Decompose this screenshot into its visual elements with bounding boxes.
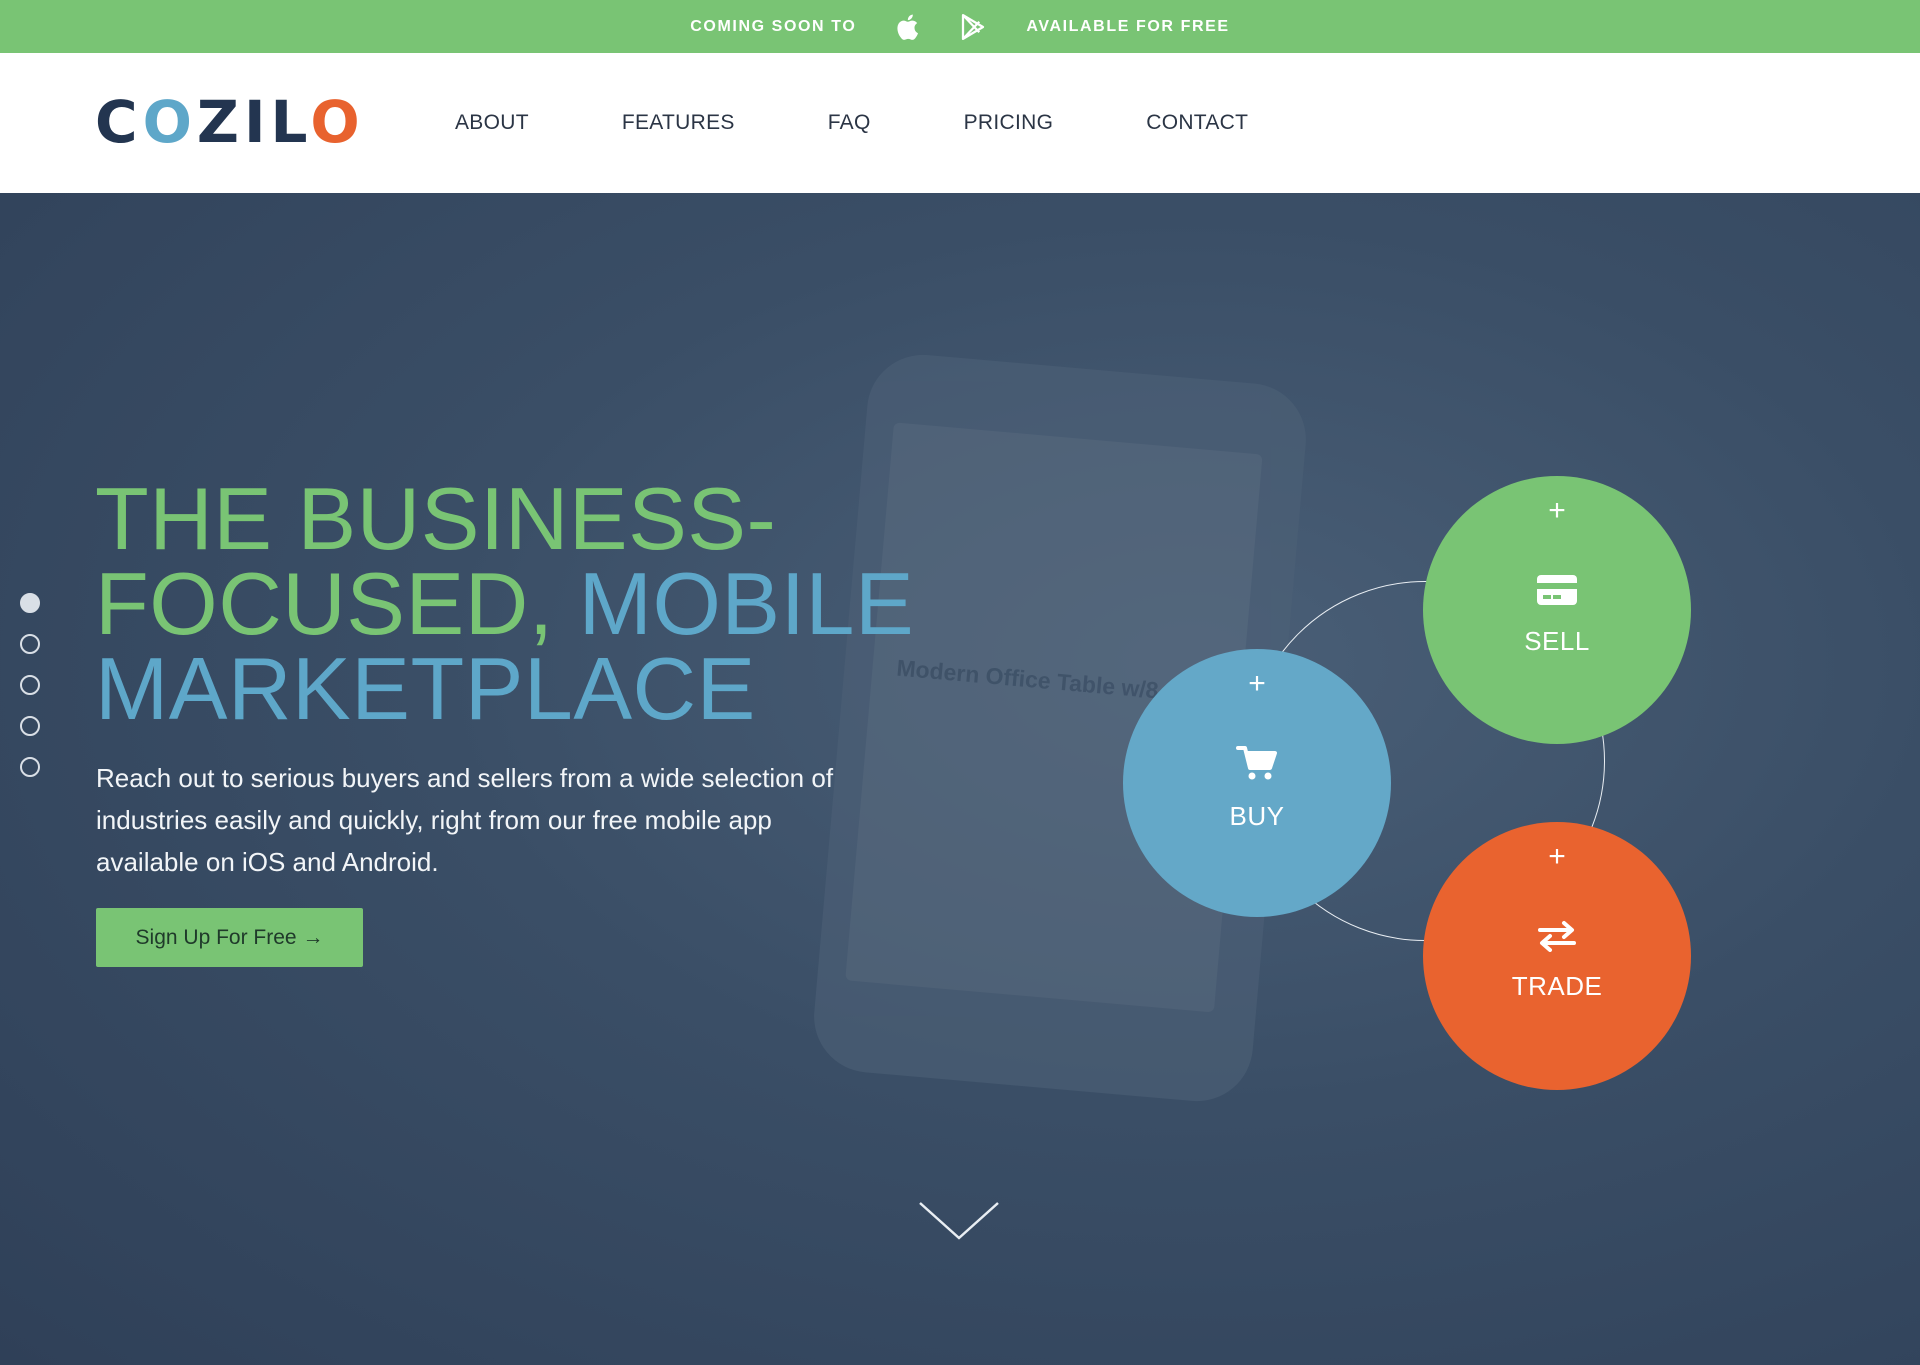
sign-up-button[interactable]: Sign Up For Free → (96, 908, 363, 967)
swap-arrows-icon (1536, 920, 1578, 957)
plus-icon: + (1548, 840, 1566, 873)
nav-faq[interactable]: FAQ (828, 111, 871, 135)
available-free-text: AVAILABLE FOR FREE (1026, 17, 1230, 35)
headline-line-3: MARKETPLACE (95, 639, 756, 738)
buy-bubble[interactable]: + BUY (1123, 649, 1391, 917)
action-wheel: + SELL + BUY + TRADE (1120, 476, 1700, 1106)
hero-subtext: Reach out to serious buyers and sellers … (96, 763, 834, 877)
plus-icon: + (1548, 494, 1566, 527)
credit-card-icon (1536, 573, 1578, 612)
site-header: COZILO ABOUT FEATURES FAQ PRICING CONTAC… (0, 53, 1920, 193)
logo-text: COZILO (95, 88, 365, 156)
nav-contact[interactable]: CONTACT (1146, 111, 1248, 135)
pager-dot-4[interactable] (20, 716, 40, 736)
slide-pager (20, 593, 40, 777)
nav-pricing[interactable]: PRICING (964, 111, 1054, 135)
sell-label: SELL (1524, 626, 1590, 656)
buy-label: BUY (1229, 801, 1285, 831)
shopping-cart-icon (1236, 744, 1278, 787)
nav-about[interactable]: ABOUT (455, 111, 529, 135)
coming-soon-text: COMING SOON TO (690, 17, 857, 35)
pager-dot-3[interactable] (20, 675, 40, 695)
plus-icon: + (1248, 667, 1266, 700)
headline-line-2: FOCUSED, MOBILE (95, 560, 914, 648)
apple-icon[interactable] (892, 10, 926, 44)
sell-bubble[interactable]: + SELL (1423, 476, 1691, 744)
pager-dot-1[interactable] (20, 593, 40, 613)
trade-bubble[interactable]: + TRADE (1423, 822, 1691, 1090)
trade-label: TRADE (1511, 971, 1603, 1001)
app-store-banner: COMING SOON TO AVAILABLE FOR FREE (0, 0, 1920, 53)
chevron-down-icon[interactable] (917, 1198, 1001, 1244)
pager-dot-5[interactable] (20, 757, 40, 777)
hero-headline: THE BUSINESS- FOCUSED, MOBILE MARKETPLAC… (95, 469, 914, 738)
nav-features[interactable]: FEATURES (622, 111, 735, 135)
google-play-icon[interactable] (956, 10, 990, 44)
logo[interactable]: COZILO (95, 88, 365, 156)
main-nav: ABOUT FEATURES FAQ PRICING CONTACT (455, 53, 1341, 193)
hero-section: Modern Office Table w/8 Chairs THE BUSIN… (0, 193, 1920, 1365)
headline-line-1: THE BUSINESS- (95, 469, 777, 568)
pager-dot-2[interactable] (20, 634, 40, 654)
